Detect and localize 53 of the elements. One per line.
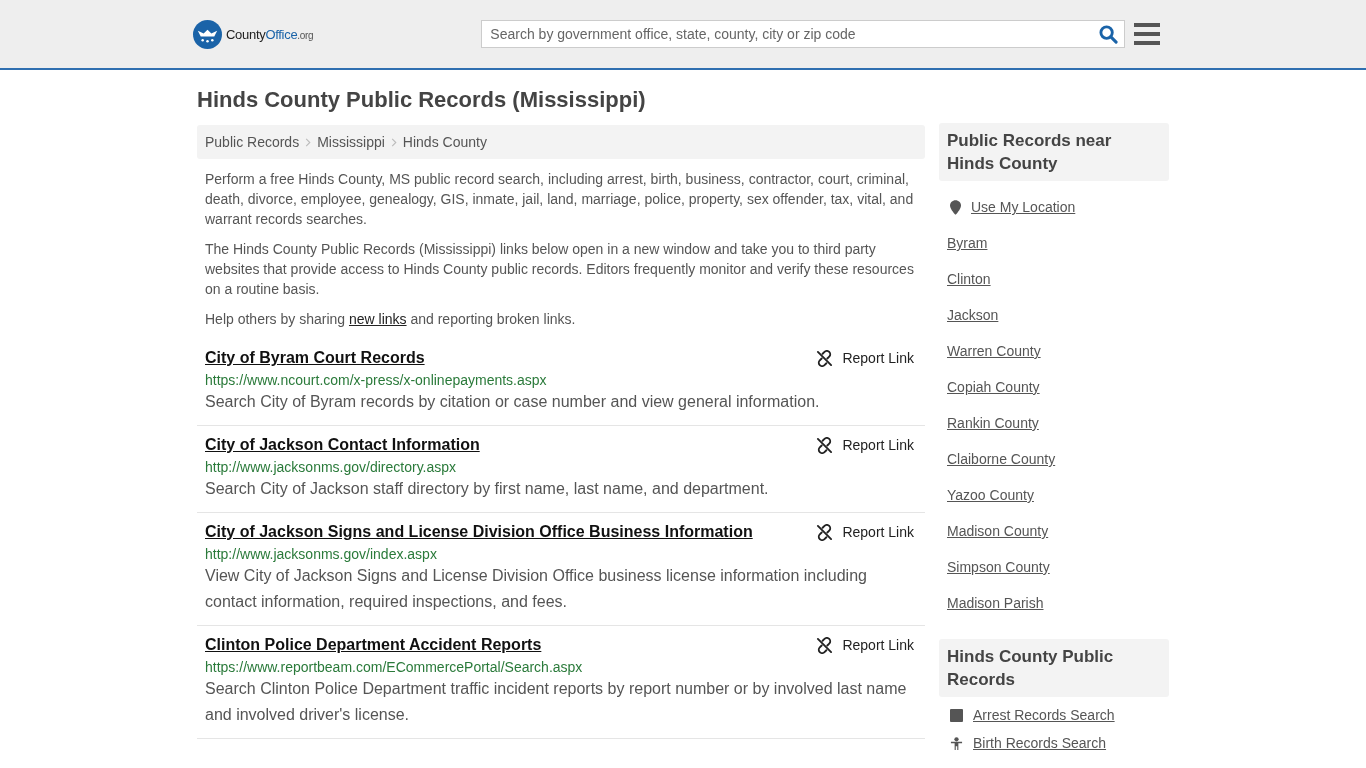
sidebar-link[interactable]: Madison County bbox=[947, 523, 1049, 539]
sidebar-link[interactable]: Arrest Records Search bbox=[973, 707, 1115, 723]
record-title-link[interactable]: City of Jackson Signs and License Division Office Business Information bbox=[205, 523, 753, 541]
sidebar-link[interactable]: Yazoo County bbox=[947, 487, 1034, 503]
sidebar-link[interactable]: Jackson bbox=[947, 307, 999, 323]
sidebar-link[interactable]: Byram bbox=[947, 235, 988, 251]
sidebar-link[interactable]: Warren County bbox=[947, 343, 1041, 359]
new-links-link[interactable]: new links bbox=[348, 311, 407, 327]
sidebar-link[interactable]: Claiborne County bbox=[947, 451, 1056, 467]
search-icon[interactable] bbox=[1099, 24, 1119, 44]
breadcrumb-link[interactable]: Public Records bbox=[205, 134, 300, 150]
record-url-link[interactable]: https://www.reportbeam.com/ECommercePortal/Search.aspx bbox=[205, 659, 583, 675]
record-url-link[interactable]: http://www.jacksonms.gov/directory.aspx bbox=[205, 459, 457, 475]
site-logo[interactable]: CountyOffice.org bbox=[193, 19, 314, 49]
square-icon bbox=[950, 708, 963, 722]
record-url-link[interactable]: http://www.jacksonms.gov/index.aspx bbox=[205, 546, 437, 562]
chevron-icon bbox=[305, 137, 312, 147]
broken-link-icon bbox=[816, 349, 834, 367]
report-link-button[interactable]: Report Link bbox=[816, 349, 917, 367]
record-description: Search City of Byram records by citation or case number and view general information. bbox=[205, 392, 821, 412]
report-link-button[interactable]: Report Link bbox=[816, 636, 917, 654]
broken-link-icon bbox=[816, 636, 834, 654]
help-text: Help others by sharing new links and reporting broken links. bbox=[205, 310, 577, 329]
record-title-link[interactable]: City of Byram Court Records bbox=[205, 349, 425, 367]
record-description: Search City of Jackson staff directory by first name, last name, and department. bbox=[205, 479, 770, 499]
broken-link-icon bbox=[816, 436, 834, 454]
record-title-link[interactable]: Clinton Police Department Accident Reports bbox=[205, 636, 542, 654]
sidebar-link[interactable]: Use My Location bbox=[971, 199, 1076, 215]
sidebar-link[interactable]: Clinton bbox=[947, 271, 991, 287]
menu-icon[interactable] bbox=[1134, 23, 1161, 45]
record-title-link[interactable]: City of Jackson Contact Information bbox=[205, 436, 480, 454]
page-title: Hinds County Public Records (Mississippi) bbox=[197, 87, 647, 113]
breadcrumb-link[interactable]: Hinds County bbox=[402, 134, 487, 150]
chevron-icon bbox=[390, 137, 397, 147]
sidebar-link[interactable]: Rankin County bbox=[947, 415, 1039, 431]
record-description: Search Clinton Police Department traffic incident reports by report number or by involved last name and involved driver's license. bbox=[205, 679, 908, 725]
sidebar-heading: Hinds County Public Records bbox=[939, 639, 1169, 697]
sidebar-link[interactable]: Madison Parish bbox=[947, 595, 1044, 611]
eagle-seal-icon bbox=[193, 19, 222, 49]
intro-paragraph: The Hinds County Public Records (Mississippi) links below open in a new window and take you to third party websites that provide access to Hinds County public records. Editors frequently monitor and verify these resources on a routine basis. bbox=[205, 240, 915, 299]
report-link-button[interactable]: Report Link bbox=[816, 436, 917, 454]
location-pin-icon bbox=[950, 199, 961, 215]
sidebar-heading: Public Records near Hinds County bbox=[939, 123, 1169, 181]
report-link-button[interactable]: Report Link bbox=[816, 523, 917, 541]
person-icon bbox=[950, 736, 963, 750]
sidebar-link[interactable]: Copiah County bbox=[947, 379, 1040, 395]
broken-link-icon bbox=[816, 523, 834, 541]
breadcrumb-link[interactable]: Mississippi bbox=[317, 134, 385, 150]
sidebar-link[interactable]: Simpson County bbox=[947, 559, 1050, 575]
record-url-link[interactable]: https://www.ncourt.com/x-press/x-onlinepayments.aspx bbox=[205, 372, 547, 388]
record-description: View City of Jackson Signs and License Division Office business license information including contact information, required inspections, and fees. bbox=[205, 566, 868, 612]
sidebar-link[interactable]: Birth Records Search bbox=[973, 735, 1107, 751]
intro-paragraph: Perform a free Hinds County, MS public record search, including arrest, birth, business, contractor, court, criminal, death, divorce, employee, genealogy, GIS, inmate, jail, land, marriage, police, property, sex offender, tax, vital, and warrant records searches. bbox=[205, 170, 915, 229]
